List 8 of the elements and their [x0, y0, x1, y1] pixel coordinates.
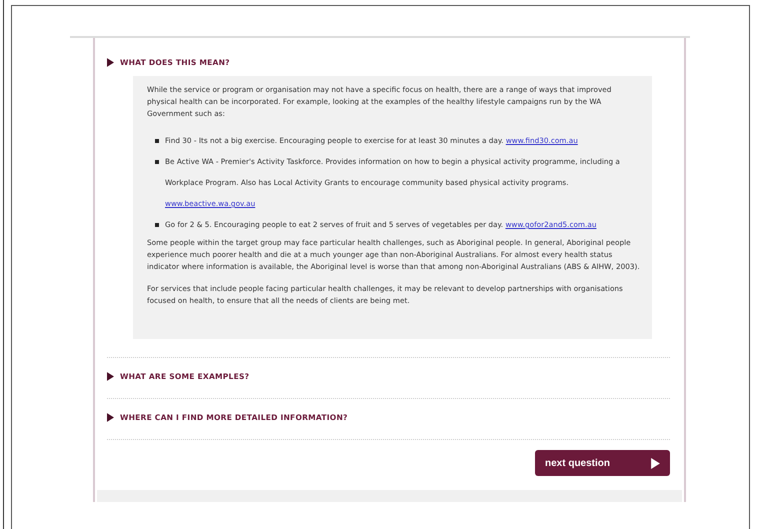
triangle-icon: [107, 58, 114, 66]
bullet-icon: [155, 139, 159, 143]
bullet-icon: [155, 160, 159, 164]
triangle-icon: [107, 372, 114, 380]
bullet-icon: [155, 223, 159, 227]
next-question-button[interactable]: next question: [535, 450, 670, 476]
triangle-icon: [107, 412, 114, 422]
triangle-icon: [651, 458, 660, 468]
